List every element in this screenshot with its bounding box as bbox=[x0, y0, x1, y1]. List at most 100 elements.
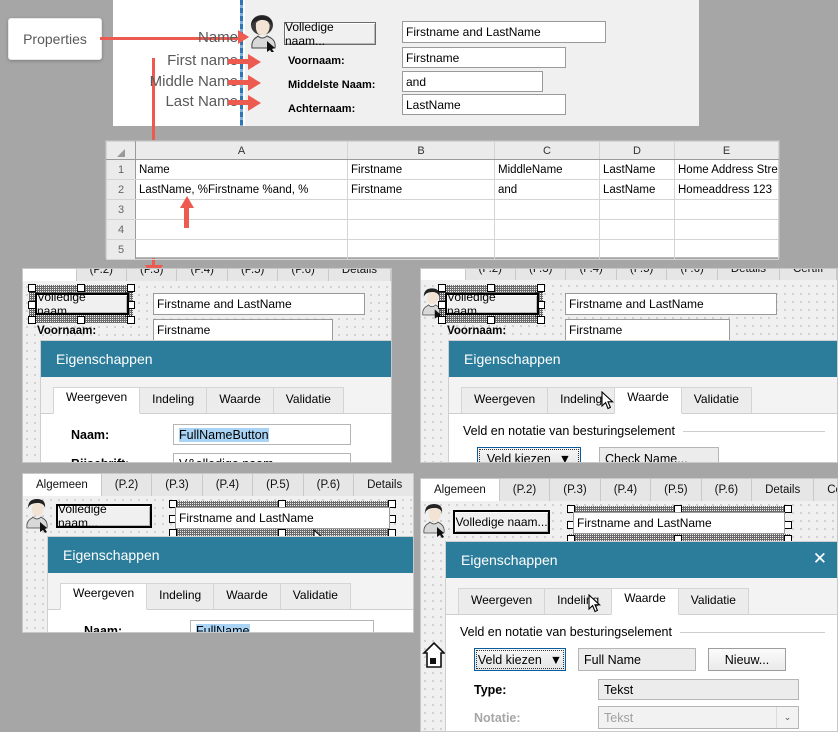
tab-certifi-d[interactable]: Certifi bbox=[814, 479, 837, 501]
cell-a4[interactable] bbox=[135, 219, 348, 240]
tab-p3[interactable]: (P.3) bbox=[127, 269, 178, 281]
cell-e5[interactable] bbox=[674, 239, 779, 260]
input-middle-name[interactable]: and bbox=[402, 71, 543, 92]
cell-a1[interactable]: Name bbox=[135, 159, 348, 180]
row-header-2[interactable]: 2 bbox=[106, 179, 136, 200]
col-header-b[interactable]: B bbox=[347, 141, 495, 160]
designer-field-fullname[interactable]: Firstname and LastName bbox=[153, 293, 365, 315]
tab-p5-c[interactable]: (P.5) bbox=[253, 474, 304, 496]
input-naam-c[interactable]: FullName bbox=[190, 620, 374, 632]
designer-volledige-naam-button[interactable]: Volledige naam... bbox=[35, 290, 129, 318]
tab-algemeen-d[interactable]: Algemeen bbox=[421, 479, 500, 501]
tab-algemeen-b[interactable] bbox=[421, 269, 466, 280]
veld-kiezen-button-b[interactable]: Veld kiezen ▼ bbox=[477, 447, 581, 462]
designer-field-firstname-b[interactable]: Firstname bbox=[565, 319, 730, 341]
tab-p6-c[interactable]: (P.6) bbox=[304, 474, 355, 496]
row-header-3[interactable]: 3 bbox=[106, 199, 136, 220]
tab-p6-d[interactable]: (P.6) bbox=[702, 479, 753, 501]
field-value-b[interactable]: Check Name... bbox=[599, 447, 719, 462]
cell-b1[interactable]: Firstname bbox=[347, 159, 495, 180]
cell-b2[interactable]: Firstname bbox=[347, 179, 495, 200]
tab-p2[interactable]: (P.2) bbox=[77, 269, 128, 281]
cell-a2[interactable]: LastName, %Firstname %and, % bbox=[135, 179, 348, 200]
cell-c4[interactable] bbox=[494, 219, 600, 240]
cell-c1[interactable]: MiddleName bbox=[494, 159, 600, 180]
col-header-d[interactable]: D bbox=[599, 141, 675, 160]
input-bijschrift-a[interactable]: V&olledige naam... bbox=[173, 453, 351, 462]
combo-notatie-d[interactable]: Tekst ⌄ bbox=[598, 706, 799, 729]
input-naam-a[interactable]: FullNameButton bbox=[173, 424, 351, 445]
cell-d2[interactable]: LastName bbox=[599, 179, 675, 200]
tab-p5-d[interactable]: (P.5) bbox=[651, 479, 702, 501]
designer-field-fullname-d[interactable]: Firstname and LastName bbox=[573, 512, 785, 534]
nieuw-button[interactable]: Nieuw... bbox=[708, 648, 786, 671]
row-header-4[interactable]: 4 bbox=[106, 219, 136, 240]
cell-c2[interactable]: and bbox=[494, 179, 600, 200]
cell-e4[interactable] bbox=[674, 219, 779, 240]
cell-a5[interactable] bbox=[135, 239, 348, 260]
tab-p3-c[interactable]: (P.3) bbox=[152, 474, 203, 496]
col-header-c[interactable]: C bbox=[494, 141, 600, 160]
dialog-tab-indeling-c[interactable]: Indeling bbox=[146, 583, 215, 609]
spreadsheet[interactable]: A B C D E 1 Name Firstname MiddleName La… bbox=[105, 140, 780, 260]
tab-p4-b[interactable]: (P.4) bbox=[566, 269, 617, 280]
dialog-tab-weergeven-d[interactable]: Weergeven bbox=[458, 588, 546, 614]
tab-details[interactable]: Details bbox=[329, 269, 391, 281]
tab-p6-b[interactable]: (P.6) bbox=[667, 269, 718, 280]
dialog-tab-weergeven-a[interactable]: Weergeven bbox=[53, 387, 141, 414]
dialog-tab-validatie-d[interactable]: Validatie bbox=[677, 588, 749, 614]
dialog-tab-validatie-a[interactable]: Validatie bbox=[272, 387, 344, 413]
tab-p4[interactable]: (P.4) bbox=[177, 269, 228, 281]
input-first-name[interactable]: Firstname bbox=[402, 47, 566, 68]
dialog-tab-waarde-c[interactable]: Waarde bbox=[213, 583, 281, 609]
tab-algemeen-c[interactable]: Algemeen bbox=[23, 474, 102, 496]
row-header-1[interactable]: 1 bbox=[106, 159, 136, 180]
cell-e3[interactable] bbox=[674, 199, 779, 220]
input-last-name[interactable]: LastName bbox=[402, 94, 566, 115]
tab-details-d[interactable]: Details bbox=[752, 479, 815, 501]
cell-d3[interactable] bbox=[599, 199, 675, 220]
veld-kiezen-button-d[interactable]: Veld kiezen ▼ bbox=[474, 648, 566, 671]
cell-b5[interactable] bbox=[347, 239, 495, 260]
cell-c5[interactable] bbox=[494, 239, 600, 260]
tab-details-b[interactable]: Details bbox=[718, 269, 780, 280]
row-header-5[interactable]: 5 bbox=[106, 239, 136, 260]
input-full-name[interactable]: Firstname and LastName bbox=[402, 21, 606, 43]
dialog-tab-weergeven-c[interactable]: Weergeven bbox=[60, 583, 148, 610]
designer-field-firstname[interactable]: Firstname bbox=[153, 319, 333, 341]
cell-d5[interactable] bbox=[599, 239, 675, 260]
dialog-tab-validatie-c[interactable]: Validatie bbox=[279, 583, 351, 609]
dialog-tab-validatie-b[interactable]: Validatie bbox=[680, 387, 752, 413]
cell-d1[interactable]: LastName bbox=[599, 159, 675, 180]
cell-e2[interactable]: Homeaddress 123 bbox=[674, 179, 779, 200]
col-header-a[interactable]: A bbox=[135, 141, 348, 160]
volledige-naam-button[interactable]: Volledige naam... bbox=[284, 20, 376, 48]
tab-p4-c[interactable]: (P.4) bbox=[203, 474, 254, 496]
dialog-tab-waarde-a[interactable]: Waarde bbox=[206, 387, 274, 413]
tab-p2-b[interactable]: (P.2) bbox=[466, 269, 516, 280]
tab-p6[interactable]: (P.6) bbox=[278, 269, 329, 281]
dialog-tab-waarde-d[interactable]: Waarde bbox=[611, 588, 679, 615]
tab-p3-d[interactable]: (P.3) bbox=[550, 479, 601, 501]
designer-volledige-naam-button-d[interactable]: Volledige naam... bbox=[453, 510, 550, 534]
col-header-e[interactable]: E bbox=[674, 141, 779, 160]
dialog-tab-indeling-d[interactable]: Indeling bbox=[544, 588, 613, 614]
close-icon[interactable]: ✕ bbox=[813, 550, 827, 567]
input-type-d[interactable]: Tekst bbox=[598, 679, 799, 700]
dialog-tab-indeling-a[interactable]: Indeling bbox=[139, 387, 208, 413]
cell-d4[interactable] bbox=[599, 219, 675, 240]
designer-field-fullname-c[interactable]: Firstname and LastName bbox=[175, 507, 390, 529]
cell-b4[interactable] bbox=[347, 219, 495, 240]
designer-volledige-naam-button-c[interactable]: Volledige naam... bbox=[56, 502, 152, 530]
field-value-d[interactable]: Full Name bbox=[578, 648, 696, 671]
tab-p5-b[interactable]: (P.5) bbox=[617, 269, 668, 280]
designer-field-fullname-b[interactable]: Firstname and LastName bbox=[565, 293, 777, 315]
tab-p3-b[interactable]: (P.3) bbox=[516, 269, 567, 280]
designer-volledige-naam-button-b[interactable]: Volledige naam... bbox=[445, 290, 539, 318]
dialog-tab-waarde-b[interactable]: Waarde bbox=[614, 387, 682, 414]
cell-e1[interactable]: Home Address Street bbox=[674, 159, 779, 180]
tab-algemeen[interactable] bbox=[23, 269, 77, 281]
cell-a3[interactable] bbox=[135, 199, 348, 220]
select-all-corner[interactable] bbox=[106, 141, 136, 160]
dialog-tab-weergeven-b[interactable]: Weergeven bbox=[461, 387, 549, 413]
